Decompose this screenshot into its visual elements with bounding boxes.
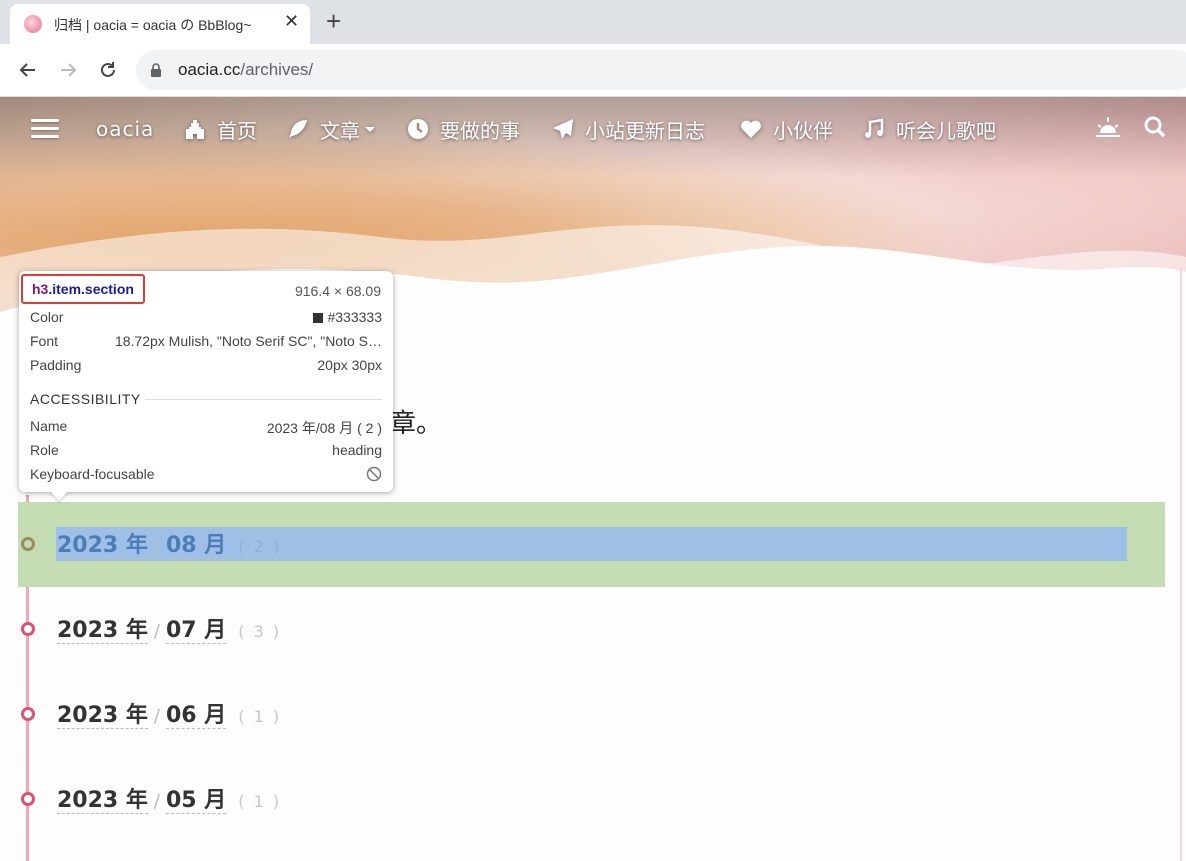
archive-intro-text: 章。 [390, 409, 443, 439]
separator: / [153, 621, 160, 642]
timeline-dot [21, 707, 35, 721]
nav-item-todo[interactable]: 要做的事 [406, 115, 520, 143]
name-label: Name [30, 418, 68, 434]
nav-item-label: 首页 [217, 118, 257, 143]
forward-button[interactable] [54, 56, 82, 84]
section-year-link[interactable]: 2023 年 [57, 618, 148, 644]
url-path: /archives/ [240, 60, 314, 79]
timeline-dot [21, 537, 35, 551]
selector-classes: .item.section [48, 281, 134, 297]
music-icon [865, 118, 884, 138]
browser-tab[interactable]: 归档 | oacia = oacia の BbBlog~ ✕ [10, 4, 310, 44]
nav-item-home[interactable]: 首页 [183, 115, 257, 143]
section-count: ( 1 ) [238, 707, 282, 726]
focusable-label: Keyboard-focusable [30, 466, 155, 482]
section-count: ( 2 ) [238, 537, 282, 556]
paper-plane-icon [553, 119, 573, 139]
section-heading: 2023 年/05 月 ( 1 ) [57, 782, 281, 814]
separator: / [153, 536, 160, 557]
search-icon[interactable] [1143, 115, 1167, 139]
tab-close-icon[interactable]: ✕ [284, 12, 299, 32]
devtools-inspect-tooltip: h3.item.section 916.4 × 68.09 Color #333… [19, 271, 393, 501]
divider [145, 399, 382, 400]
tooltip-row-color: Color #333333 [30, 309, 382, 329]
browser-tab-strip: 归档 | oacia = oacia の BbBlog~ ✕ + [0, 0, 1186, 44]
back-arrow-icon [19, 63, 35, 77]
nav-item-label: 小伙伴 [773, 118, 833, 143]
selector-tag: h3 [32, 281, 49, 297]
section-year-link[interactable]: 2023 年 [57, 533, 148, 559]
nav-item-articles[interactable]: 文章 [286, 115, 376, 143]
accessibility-header: ACCESSIBILITY [30, 391, 141, 407]
section-month-link[interactable]: 08 月 [165, 533, 227, 559]
section-heading: 2023 年/07 月 ( 3 ) [57, 612, 281, 644]
padding-value: 20px 30px [317, 357, 382, 373]
site-brand[interactable]: oacia [96, 117, 154, 141]
nav-item-music[interactable]: 听会儿歌吧 [862, 115, 996, 143]
nav-item-changelog[interactable]: 小站更新日志 [551, 115, 705, 143]
caret-down-icon [365, 127, 375, 132]
color-swatch-icon [313, 313, 324, 323]
new-tab-button[interactable]: + [326, 6, 341, 36]
nav-item-label: 要做的事 [440, 118, 520, 143]
font-value: 18.72px Mulish, "Noto Serif SC", "Noto S… [114, 333, 382, 349]
sunrise-theme-toggle-icon[interactable] [1095, 115, 1121, 139]
element-dimensions: 916.4 × 68.09 [294, 283, 381, 299]
site-favicon-icon [24, 15, 42, 33]
tooltip-arrow [49, 490, 69, 501]
tooltip-row-focusable: Keyboard-focusable [30, 466, 382, 486]
role-value: heading [332, 442, 382, 458]
section-year-link[interactable]: 2023 年 [57, 703, 148, 729]
color-value: #333333 [327, 309, 382, 325]
feather-icon [289, 120, 307, 138]
tooltip-row-font: Font 18.72px Mulish, "Noto Serif SC", "N… [30, 333, 382, 353]
site-navbar: oacia 首页 文章 要做的事 小站更新日志 小伙伴 听会儿歌吧 [0, 97, 1186, 161]
timeline-dot [21, 792, 35, 806]
role-label: Role [30, 442, 59, 458]
not-focusable-icon [366, 466, 382, 485]
color-value-wrap: #333333 [313, 309, 382, 325]
reload-button[interactable] [94, 56, 122, 84]
separator: / [153, 706, 160, 727]
color-label: Color [30, 309, 64, 325]
section-month-link[interactable]: 05 月 [165, 788, 227, 814]
tab-title: 归档 | oacia = oacia の BbBlog~ [54, 17, 252, 33]
clock-icon [408, 119, 428, 139]
nav-item-friends[interactable]: 小伙伴 [739, 115, 833, 143]
font-label: Font [30, 333, 59, 349]
nav-item-label: 文章 [320, 118, 360, 143]
reload-icon [101, 62, 115, 77]
lock-icon [151, 63, 161, 77]
timeline-dot [21, 622, 35, 636]
element-selector: h3.item.section [21, 274, 145, 304]
page-edge [1180, 267, 1182, 861]
section-count: ( 3 ) [238, 622, 282, 641]
separator: / [153, 791, 160, 812]
nav-item-label: 小站更新日志 [585, 118, 705, 143]
back-button[interactable] [14, 56, 42, 84]
address-bar[interactable]: oacia.cc/archives/ [136, 50, 1186, 90]
tooltip-row-padding: Padding 20px 30px [30, 357, 382, 377]
browser-toolbar: oacia.cc/archives/ [0, 44, 1186, 97]
section-year-link[interactable]: 2023 年 [57, 788, 148, 814]
section-month-link[interactable]: 06 月 [165, 703, 227, 729]
url-host: oacia.cc [178, 60, 241, 79]
hamburger-menu-icon[interactable] [31, 119, 59, 139]
section-count: ( 1 ) [238, 792, 282, 811]
name-value: 2023 年/08 月 ( 2 ) [266, 420, 382, 436]
tooltip-row-role: Role heading [30, 442, 382, 462]
section-heading: 2023 年/08 月 ( 2 ) [57, 527, 281, 559]
forward-arrow-icon [61, 63, 77, 77]
heart-icon [741, 120, 761, 138]
section-month-link[interactable]: 07 月 [165, 618, 227, 644]
padding-label: Padding [30, 357, 82, 373]
section-heading: 2023 年/06 月 ( 1 ) [57, 697, 281, 729]
castle-icon [186, 120, 204, 139]
nav-item-label: 听会儿歌吧 [896, 118, 996, 143]
tooltip-row-name: Name 2023 年/08 月 ( 2 ) [30, 418, 382, 438]
url-text: oacia.cc/archives/ [178, 60, 313, 80]
